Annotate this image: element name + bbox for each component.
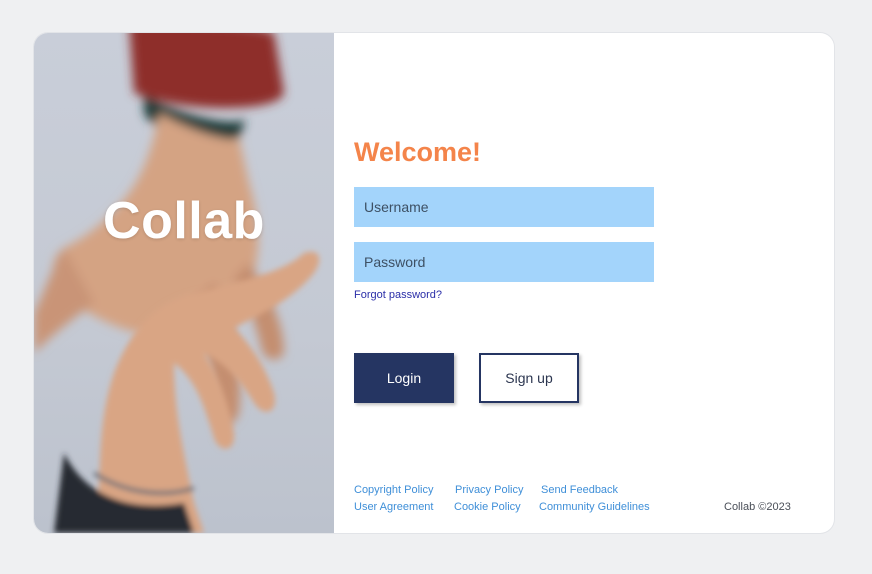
login-card: Collab Welcome! Forgot password? Login S…	[34, 33, 834, 533]
copyright-policy-link[interactable]: Copyright Policy	[354, 484, 433, 496]
username-input[interactable]	[354, 187, 654, 227]
send-feedback-link[interactable]: Send Feedback	[541, 484, 618, 496]
hands-image	[34, 33, 320, 533]
user-agreement-link[interactable]: User Agreement	[354, 501, 433, 513]
signup-button[interactable]: Sign up	[479, 353, 579, 403]
forgot-password-link[interactable]: Forgot password?	[354, 289, 442, 301]
hero-panel: Collab	[34, 33, 334, 533]
login-button[interactable]: Login	[354, 353, 454, 403]
password-input[interactable]	[354, 242, 654, 282]
community-guidelines-link[interactable]: Community Guidelines	[539, 501, 650, 513]
copyright-text: Collab ©2023	[724, 501, 791, 513]
welcome-heading: Welcome!	[354, 137, 482, 167]
cookie-policy-link[interactable]: Cookie Policy	[454, 501, 521, 513]
privacy-policy-link[interactable]: Privacy Policy	[455, 484, 523, 496]
brand-title: Collab	[103, 192, 265, 250]
